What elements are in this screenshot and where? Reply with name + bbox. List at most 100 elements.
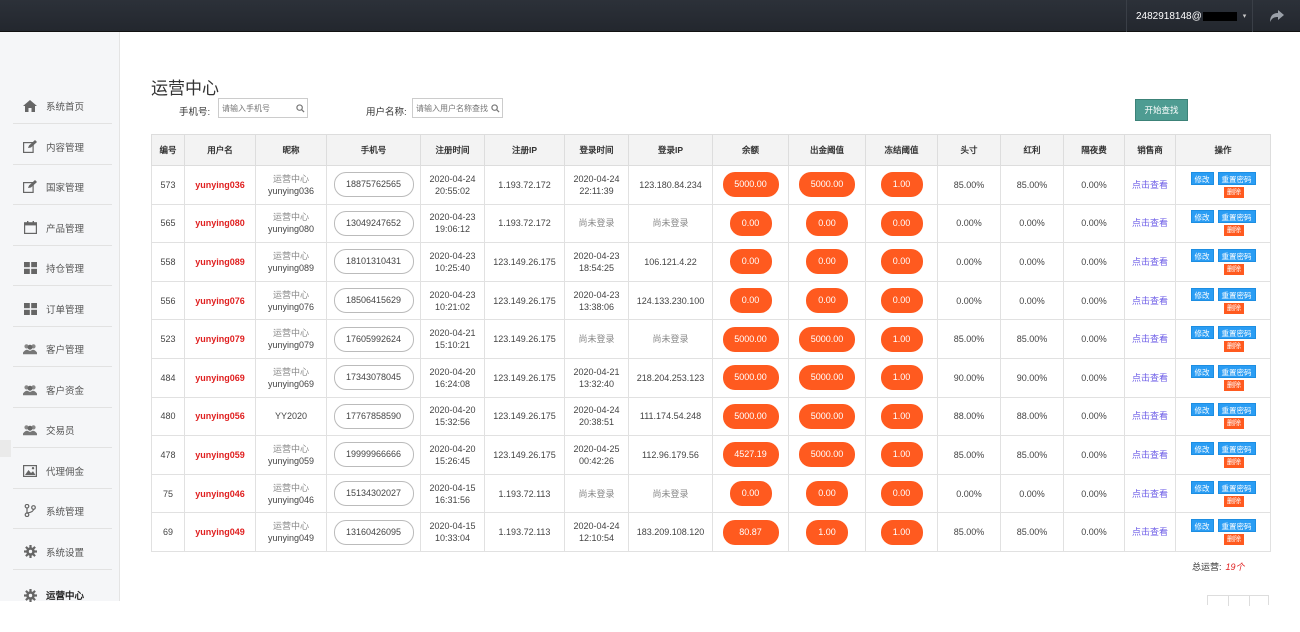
reset-password-button[interactable]: 重置密码 xyxy=(1217,210,1256,224)
login-ip: 111.174.54.248 xyxy=(639,411,702,422)
sidebar-item[interactable]: 客户资金 xyxy=(13,372,112,408)
row-actions: 修改 重置密码 删除 xyxy=(1176,441,1270,468)
register-ip: 123.149.26.175 xyxy=(493,372,556,383)
user-account-menu[interactable]: 2482918148@ ▾ xyxy=(1126,0,1252,32)
overnight-fee: 0.00% xyxy=(1081,488,1107,499)
edit-button[interactable]: 修改 xyxy=(1190,403,1214,417)
reset-password-button[interactable]: 重置密码 xyxy=(1217,441,1256,455)
view-seller-link[interactable]: 点击查看 xyxy=(1132,218,1168,228)
register-time: 15:32:56 xyxy=(434,417,471,428)
register-date: 2020-04-20 xyxy=(429,405,476,416)
column-header: 销售商 xyxy=(1124,134,1176,166)
bonus-value: 85.00% xyxy=(1016,449,1048,460)
reset-password-button[interactable]: 重置密码 xyxy=(1217,171,1256,185)
register-date: 2020-04-15 xyxy=(429,521,476,532)
register-time: 10:33:04 xyxy=(434,533,471,544)
delete-button[interactable]: 删除 xyxy=(1224,341,1244,353)
phone-search-field[interactable] xyxy=(218,98,308,118)
edit-button[interactable]: 修改 xyxy=(1190,480,1214,494)
sidebar-item[interactable]: 客户管理 xyxy=(13,331,112,367)
sidebar-item[interactable]: 交易员 xyxy=(13,412,112,448)
username: yunying056 xyxy=(195,411,245,422)
reset-password-button[interactable]: 重置密码 xyxy=(1217,364,1256,378)
sidebar-item[interactable]: 系统首页 xyxy=(13,88,112,124)
delete-button[interactable]: 删除 xyxy=(1224,495,1244,507)
grid-icon xyxy=(23,261,37,275)
search-icon[interactable] xyxy=(489,99,502,117)
sidebar-item[interactable]: 系统设置 xyxy=(13,534,112,570)
edit-button[interactable]: 修改 xyxy=(1190,326,1214,340)
view-seller-link[interactable]: 点击查看 xyxy=(1132,411,1168,421)
phone-pill: 13049247652 xyxy=(333,210,414,236)
column-header: 登录IP xyxy=(628,134,713,166)
reset-password-button[interactable]: 重置密码 xyxy=(1217,519,1256,533)
grid-icon xyxy=(23,302,37,316)
delete-button[interactable]: 删除 xyxy=(1224,263,1244,275)
delete-button[interactable]: 删除 xyxy=(1224,302,1244,314)
sidebar-item-label: 持仓管理 xyxy=(46,263,85,275)
table-row: 484 yunying069 运营中心 yunying069 17343078045 20… xyxy=(151,357,1271,398)
view-seller-link[interactable]: 点击查看 xyxy=(1132,257,1168,267)
sidebar-item[interactable]: 运营中心 xyxy=(13,577,112,613)
view-seller-link[interactable]: 点击查看 xyxy=(1132,527,1168,537)
page-title: 运营中心 xyxy=(151,79,219,98)
withdraw-threshold-pill: 0.00 xyxy=(806,249,848,275)
username-search-field[interactable] xyxy=(412,98,503,118)
username-input[interactable] xyxy=(413,99,489,117)
phone-label: 手机号: xyxy=(179,107,211,118)
sidebar-item[interactable]: 持仓管理 xyxy=(13,250,112,286)
view-seller-link[interactable]: 点击查看 xyxy=(1132,373,1168,383)
delete-button[interactable]: 删除 xyxy=(1224,456,1244,468)
edit-button[interactable]: 修改 xyxy=(1190,364,1214,378)
edit-button[interactable]: 修改 xyxy=(1190,171,1214,185)
edit-button[interactable]: 修改 xyxy=(1190,519,1214,533)
sidebar-item[interactable]: 系统管理 xyxy=(13,493,112,529)
view-seller-link[interactable]: 点击查看 xyxy=(1132,334,1168,344)
view-seller-link[interactable]: 点击查看 xyxy=(1132,489,1168,499)
register-date: 2020-04-20 xyxy=(429,443,476,454)
delete-button[interactable]: 删除 xyxy=(1224,418,1244,430)
search-icon[interactable] xyxy=(293,99,307,117)
view-seller-link[interactable]: 点击查看 xyxy=(1132,296,1168,306)
view-seller-link[interactable]: 点击查看 xyxy=(1132,180,1168,190)
operations-table: 编号 用户名 昵称 手机号 注册时间 注册IP 登录时间 登录IP 余额 出金阈值 冻结阈值 头寸 红利… xyxy=(151,134,1271,552)
sidebar-collapse-handle[interactable] xyxy=(0,440,11,457)
delete-button[interactable]: 删除 xyxy=(1224,186,1244,198)
overnight-fee: 0.00% xyxy=(1081,179,1107,190)
reset-password-button[interactable]: 重置密码 xyxy=(1217,287,1256,301)
sidebar-item[interactable]: 内容管理 xyxy=(13,129,112,165)
login-date: 尚未登录 xyxy=(578,334,615,345)
sidebar-item[interactable]: 产品管理 xyxy=(13,210,112,246)
edit-button[interactable]: 修改 xyxy=(1190,248,1214,262)
delete-button[interactable]: 删除 xyxy=(1224,534,1244,546)
row-actions: 修改 重置密码 删除 xyxy=(1176,287,1270,314)
edit-button[interactable]: 修改 xyxy=(1190,210,1214,224)
withdraw-threshold-pill: 1.00 xyxy=(806,519,848,545)
table-row: 480 yunying056 YY2020 17767858590 2020-04-20… xyxy=(151,396,1271,437)
column-header: 登录时间 xyxy=(564,134,629,166)
login-ip: 112.96.179.56 xyxy=(642,449,699,460)
reset-password-button[interactable]: 重置密码 xyxy=(1217,248,1256,262)
delete-button[interactable]: 删除 xyxy=(1224,225,1244,237)
row-actions: 修改 重置密码 删除 xyxy=(1176,364,1270,391)
reset-password-button[interactable]: 重置密码 xyxy=(1217,403,1256,417)
reset-password-button[interactable]: 重置密码 xyxy=(1217,326,1256,340)
column-header: 头寸 xyxy=(937,134,1001,166)
sidebar-item[interactable]: 国家管理 xyxy=(13,169,112,205)
sidebar-item[interactable]: 订单管理 xyxy=(13,291,112,327)
pagination[interactable] xyxy=(1207,595,1269,606)
user-id: 69 xyxy=(162,527,173,538)
start-search-button[interactable]: 开始查找 xyxy=(1135,99,1188,121)
delete-button[interactable]: 删除 xyxy=(1224,379,1244,391)
reset-password-button[interactable]: 重置密码 xyxy=(1217,480,1256,494)
logout-button[interactable] xyxy=(1252,0,1300,32)
phone-pill: 17605992624 xyxy=(333,326,414,352)
overnight-fee: 0.00% xyxy=(1081,256,1107,267)
column-header: 红利 xyxy=(1000,134,1064,166)
view-seller-link[interactable]: 点击查看 xyxy=(1132,450,1168,460)
register-ip: 123.149.26.175 xyxy=(493,449,556,460)
edit-button[interactable]: 修改 xyxy=(1190,441,1214,455)
sidebar-item[interactable]: 代理佣金 xyxy=(13,453,112,489)
edit-button[interactable]: 修改 xyxy=(1190,287,1214,301)
phone-input[interactable] xyxy=(219,99,293,117)
